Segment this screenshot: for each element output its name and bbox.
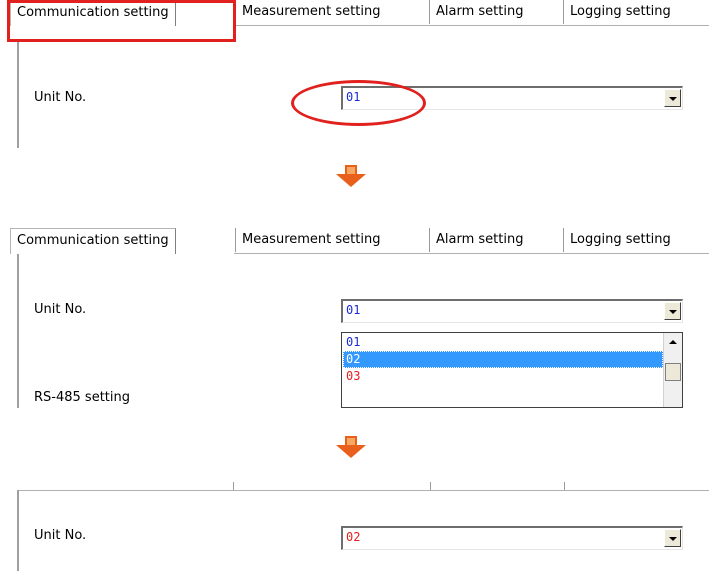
unit-no-label: Unit No. xyxy=(34,90,87,105)
tab-logging-setting[interactable]: Logging setting xyxy=(563,228,677,252)
down-arrow-icon xyxy=(336,436,366,458)
tab-separator xyxy=(564,482,565,490)
scrollbar-thumb[interactable] xyxy=(665,363,681,381)
scroll-up-icon[interactable] xyxy=(664,333,682,351)
tab-measurement-setting[interactable]: Measurement setting xyxy=(235,0,387,24)
panel-left-border xyxy=(17,490,19,571)
unit-no-value: 02 xyxy=(346,530,361,544)
panel-left-border xyxy=(17,254,19,408)
down-arrow-icon xyxy=(336,165,366,187)
tab-baseline xyxy=(17,490,709,491)
highlight-ellipse xyxy=(291,80,426,126)
step2-panel: Communication setting Measurement settin… xyxy=(0,228,709,408)
tab-communication-setting[interactable]: Communication setting xyxy=(10,228,176,254)
tab-separator xyxy=(233,482,234,490)
dropdown-scrollbar[interactable] xyxy=(663,333,682,407)
tab-baseline xyxy=(234,253,709,254)
dropdown-option[interactable]: 03 xyxy=(343,368,663,385)
dropdown-option[interactable]: 01 xyxy=(343,334,663,351)
tab-alarm-setting[interactable]: Alarm setting xyxy=(429,228,530,252)
combo-dropdown-icon[interactable] xyxy=(664,302,681,320)
dropdown-option-selected[interactable]: 02 xyxy=(343,351,663,368)
unit-no-combo[interactable]: 02 xyxy=(341,526,683,550)
tab-logging-setting[interactable]: Logging setting xyxy=(563,0,677,24)
highlight-box xyxy=(7,0,236,42)
tab-baseline xyxy=(234,25,709,26)
step3-panel: Unit No. 02 xyxy=(0,482,709,571)
unit-no-dropdown-list[interactable]: 01 02 03 xyxy=(341,332,683,408)
tab-separator xyxy=(430,482,431,490)
rs485-setting-label: RS-485 setting xyxy=(34,390,130,405)
unit-no-label: Unit No. xyxy=(34,528,87,543)
panel-left-border xyxy=(17,42,19,148)
unit-no-label: Unit No. xyxy=(34,302,87,317)
tab-measurement-setting[interactable]: Measurement setting xyxy=(235,228,387,252)
unit-no-combo[interactable]: 01 xyxy=(341,299,683,323)
combo-dropdown-icon[interactable] xyxy=(664,89,681,107)
step1-panel: Communication setting Measurement settin… xyxy=(0,0,709,148)
tab-alarm-setting[interactable]: Alarm setting xyxy=(429,0,530,24)
unit-no-value: 01 xyxy=(346,303,361,317)
combo-dropdown-icon[interactable] xyxy=(664,529,681,547)
